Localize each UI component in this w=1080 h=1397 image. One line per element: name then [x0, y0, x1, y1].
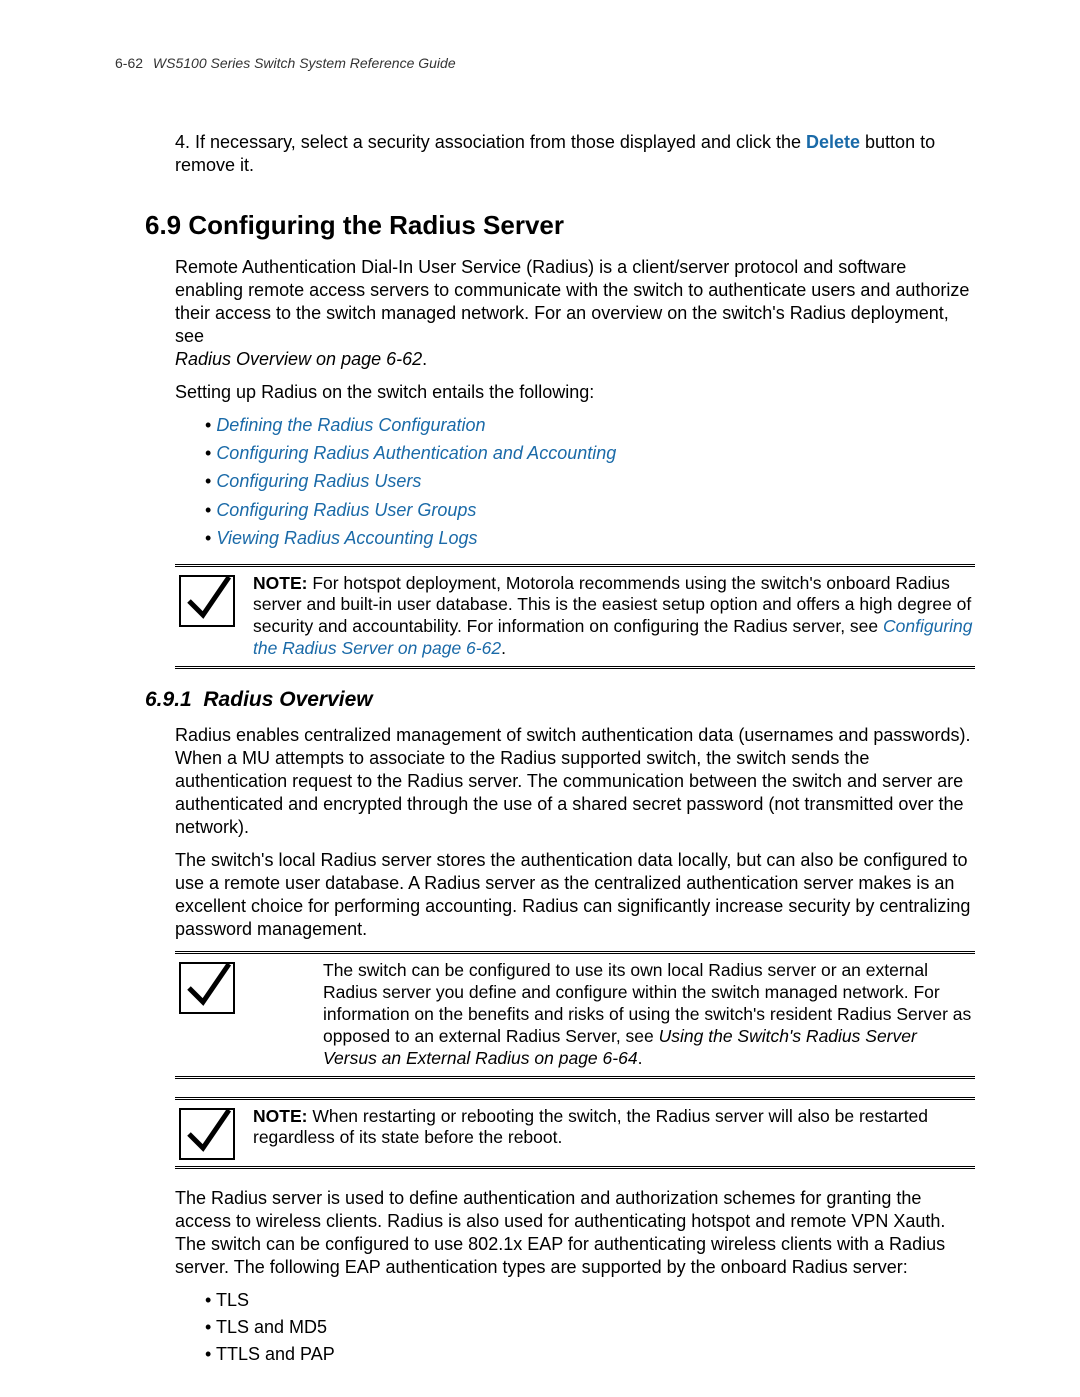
note-text: NOTE: For hotspot deployment, Motorola r… [253, 573, 975, 661]
eap-list: TLS TLS and MD5 TTLS and PAP [205, 1289, 975, 1366]
toc-item[interactable]: Defining the Radius Configuration [205, 414, 975, 437]
section-number: 6.9 [145, 210, 181, 240]
checkmark-icon [179, 1108, 235, 1160]
step-number: 4. [175, 132, 190, 152]
note-box-3: NOTE: When restarting or rebooting the s… [175, 1097, 975, 1169]
toc-link[interactable]: Defining the Radius Configuration [216, 415, 485, 435]
intro-reference: Radius Overview on page 6-62 [175, 349, 422, 369]
toc-list: Defining the Radius Configuration Config… [175, 414, 975, 549]
overview-paragraph-1: Radius enables centralized management of… [175, 724, 975, 839]
note-box-1: NOTE: For hotspot deployment, Motorola r… [175, 564, 975, 670]
toc-link[interactable]: Configuring Radius Authentication and Ac… [216, 443, 616, 463]
section-body: Remote Authentication Dial-In User Servi… [175, 256, 975, 669]
toc-item[interactable]: Configuring Radius Authentication and Ac… [205, 442, 975, 465]
toc-item[interactable]: Viewing Radius Accounting Logs [205, 527, 975, 550]
toc-link[interactable]: Configuring Radius User Groups [216, 500, 476, 520]
after-paragraph: The Radius server is used to define auth… [175, 1187, 975, 1279]
note-body: When restarting or rebooting the switch,… [253, 1106, 928, 1148]
doc-title: WS5100 Series Switch System Reference Gu… [153, 55, 456, 71]
document-page: 6-62 WS5100 Series Switch System Referen… [0, 0, 1080, 1397]
note-label: NOTE: [253, 573, 307, 593]
note-body: For hotspot deployment, Motorola recomme… [253, 573, 971, 637]
page-number: 6-62 [115, 55, 143, 71]
subsection-body: Radius enables centralized management of… [175, 724, 975, 1366]
toc-item[interactable]: Configuring Radius Users [205, 470, 975, 493]
step-text-prefix: If necessary, select a security associat… [195, 132, 806, 152]
section-heading: 6.9 Configuring the Radius Server [145, 209, 975, 242]
note-text: NOTE: When restarting or rebooting the s… [253, 1106, 975, 1150]
note-text: The switch can be configured to use its … [253, 960, 975, 1069]
subsection-heading: 6.9.1 Radius Overview [145, 687, 975, 714]
toc-item[interactable]: Configuring Radius User Groups [205, 499, 975, 522]
overview-paragraph-2: The switch's local Radius server stores … [175, 849, 975, 941]
intro-paragraph-2: Setting up Radius on the switch entails … [175, 381, 975, 404]
checkmark-icon [179, 962, 235, 1014]
subsection-number: 6.9.1 [145, 688, 192, 711]
numbered-step: 4. If necessary, select a security assoc… [175, 131, 975, 177]
list-item: TLS and MD5 [205, 1316, 975, 1339]
list-item: TTLS and PAP [205, 1343, 975, 1366]
note-box-2: The switch can be configured to use its … [175, 951, 975, 1078]
page-header: 6-62 WS5100 Series Switch System Referen… [115, 55, 975, 73]
section-title: Configuring the Radius Server [188, 210, 564, 240]
note-tail: . [638, 1048, 643, 1068]
list-item: TLS [205, 1289, 975, 1312]
delete-keyword: Delete [806, 132, 860, 152]
toc-link[interactable]: Configuring Radius Users [216, 471, 421, 491]
subsection-title: Radius Overview [203, 688, 372, 711]
note-label: NOTE: [253, 1106, 307, 1126]
checkmark-icon [179, 575, 235, 627]
note-tail: . [501, 638, 506, 658]
intro-text: Remote Authentication Dial-In User Servi… [175, 257, 969, 346]
intro-paragraph-1: Remote Authentication Dial-In User Servi… [175, 256, 975, 371]
toc-link[interactable]: Viewing Radius Accounting Logs [216, 528, 477, 548]
